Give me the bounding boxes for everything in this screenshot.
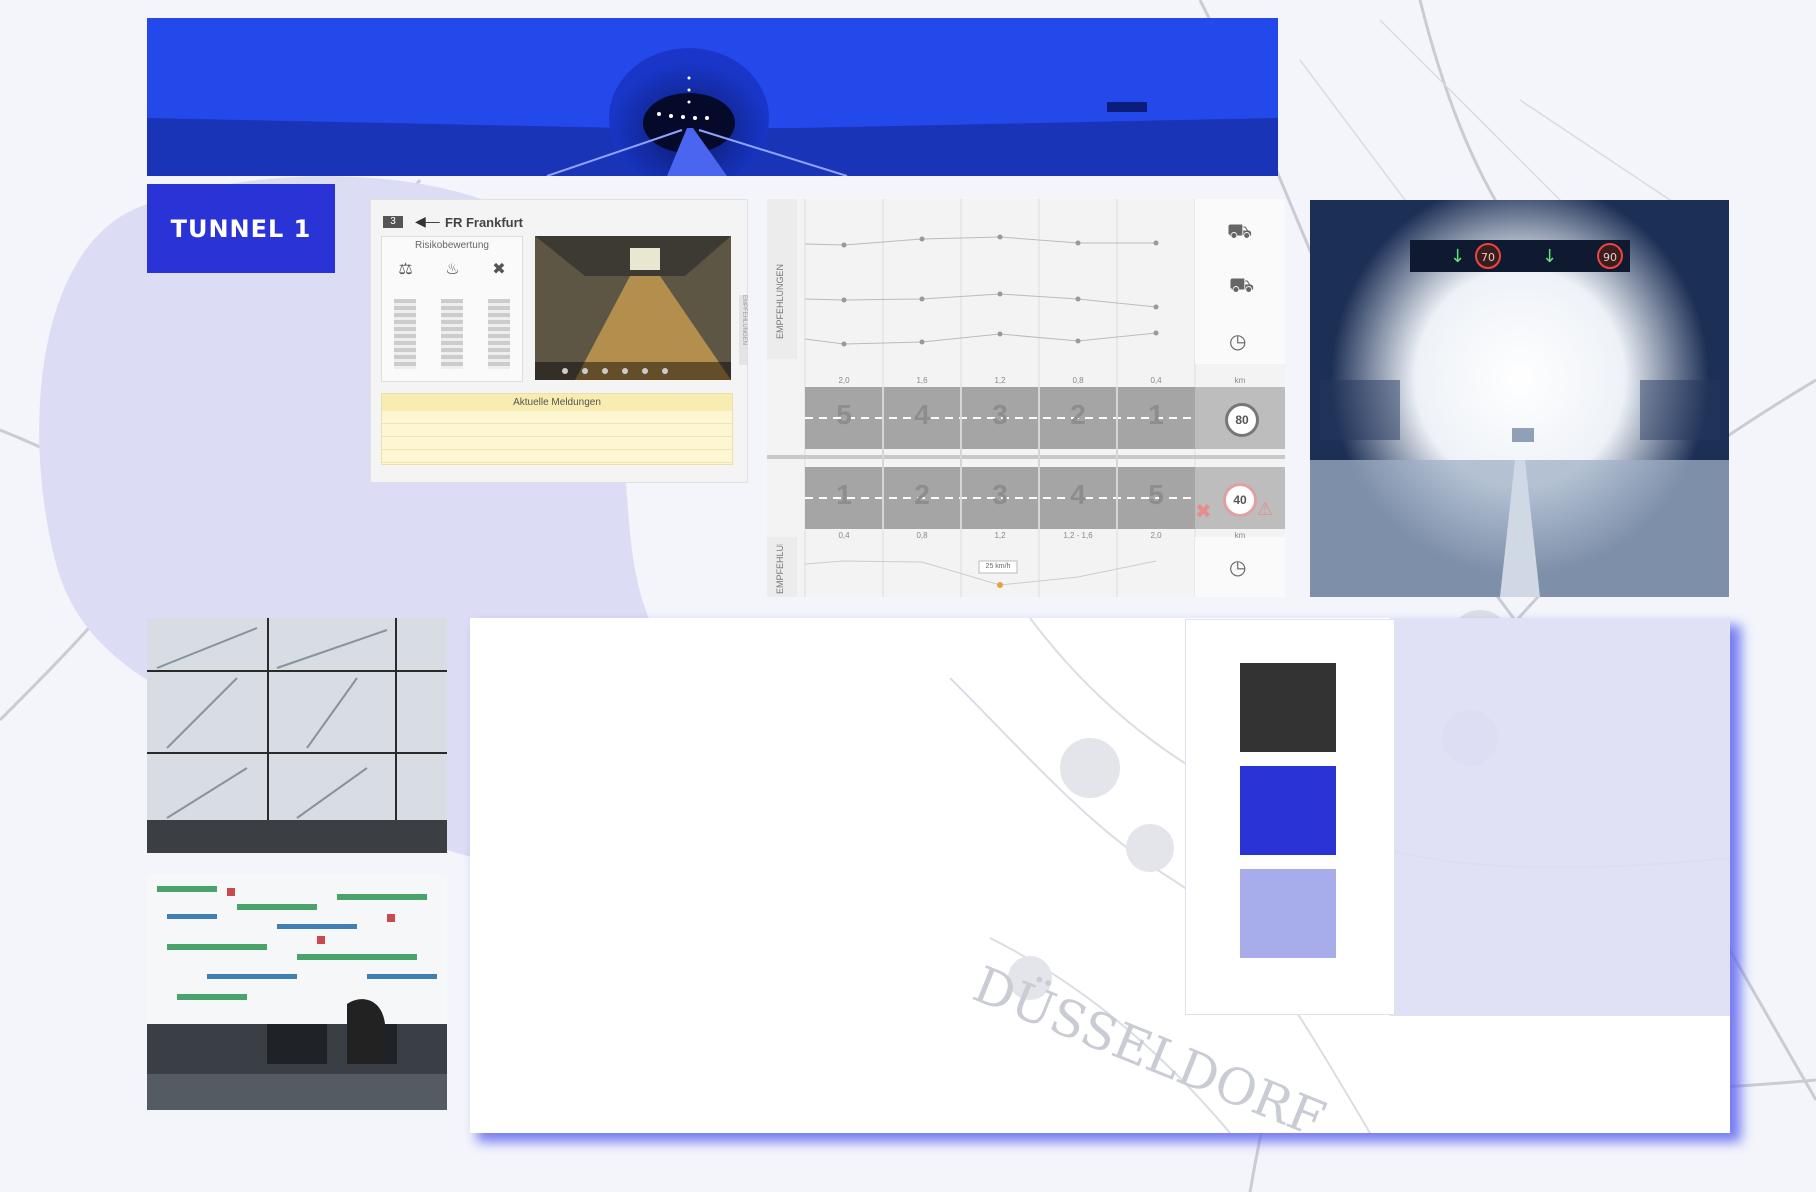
- hero-tunnel-image: [147, 18, 1278, 176]
- direction-badge: 3: [383, 216, 403, 228]
- clock-icon[interactable]: ◷: [1229, 329, 1246, 354]
- lane-section-top-3[interactable]: 3: [961, 399, 1039, 431]
- messages-table: Aktuelle Meldungen: [381, 393, 733, 465]
- color-palette: [1185, 619, 1395, 1015]
- blocked-lane-icon: ✖: [492, 261, 506, 278]
- arrow-left-icon: ◀—: [415, 213, 440, 229]
- speed-marker-label: 25 km/h: [985, 563, 1011, 570]
- km-top-0: 2,0: [838, 376, 850, 385]
- recommendations-label-top: EMPFEHLUNGEN: [775, 263, 785, 339]
- km-bottom-3: 1,2 - 1,6: [1063, 531, 1093, 540]
- risk-score-box: Risikobewertung ⚖ ♨ ✖: [381, 236, 523, 382]
- tunnel-interior-photo: ↓ 70 ↓ 90: [1310, 200, 1729, 597]
- swatch-blue: [1240, 766, 1336, 855]
- lane-closed-icon: ✖: [1195, 501, 1212, 523]
- emergency-exit-sign: [1107, 102, 1147, 112]
- recommendations-label-bottom: EMPFEHLUNGEN: [775, 544, 785, 594]
- lane-section-bottom-3[interactable]: 3: [961, 479, 1039, 511]
- control-room-photo: [147, 874, 447, 1110]
- speed-limit-sign-bottom[interactable]: 40: [1223, 483, 1257, 517]
- lane-section-top-5[interactable]: 5: [805, 399, 883, 431]
- tunnel-tag: TUNNEL 1: [147, 184, 335, 273]
- lane-section-top-1[interactable]: 1: [1117, 399, 1195, 431]
- lane-arrow-icon-1: ↓: [1450, 246, 1465, 267]
- km-top-1: 1,6: [916, 376, 928, 385]
- warning-triangle-icon: ⚠: [1257, 499, 1274, 519]
- km-top-3: 0,8: [1072, 376, 1084, 385]
- swatch-lavender: [1240, 869, 1336, 958]
- km-top-4: 0,4: [1150, 376, 1162, 385]
- km-bottom-1: 0,8: [916, 531, 928, 540]
- risk-assessment-panel: 3 ◀— FR Frankfurt Risikobewertung ⚖ ♨ ✖ …: [370, 199, 748, 483]
- messages-title: Aktuelle Meldungen: [382, 394, 732, 411]
- camera-wall-photo: [147, 618, 447, 853]
- speed-sign-70: 70: [1481, 251, 1495, 264]
- risk-title: Risikobewertung: [415, 240, 489, 251]
- lane-recommendation-panel: EMPFEHLUNGEN EMPFEHLUNGEN 2,0 1,6 1,2 0,…: [767, 199, 1285, 597]
- card-map-texture: DÜSSELDORF: [949, 618, 1730, 1133]
- lane-section-bottom-2[interactable]: 2: [883, 479, 961, 511]
- risk-gauge-blockage: [487, 299, 510, 369]
- camera-feed-tunnel[interactable]: [535, 236, 731, 380]
- fire-icon: ♨: [445, 261, 460, 278]
- risk-gauge-accident: [394, 299, 417, 369]
- km-bottom-2: 1,2: [994, 531, 1006, 540]
- km-top-unit: km: [1234, 376, 1246, 385]
- truck-icon[interactable]: ⛟: [1227, 221, 1252, 246]
- content-card: DÜSSELDORF: [470, 618, 1730, 1133]
- swatch-dark: [1240, 663, 1336, 752]
- risk-gauge-fire: [440, 299, 463, 369]
- lane-section-bottom-1[interactable]: 1: [805, 479, 883, 511]
- km-bottom-4: 2,0: [1150, 531, 1162, 540]
- lane-section-top-4[interactable]: 4: [883, 399, 961, 431]
- speed-limit-sign-top[interactable]: 80: [1225, 403, 1259, 437]
- clock-icon-bottom[interactable]: ◷: [1229, 555, 1246, 580]
- car-crash-icon: ⚖: [398, 261, 413, 278]
- direction-label: FR Frankfurt: [445, 215, 523, 230]
- side-label: EMPFEHLUNGEN: [739, 295, 747, 365]
- lane-section-bottom-4[interactable]: 4: [1039, 479, 1117, 511]
- km-top-2: 1,2: [994, 376, 1006, 385]
- km-bottom-unit: km: [1234, 531, 1246, 540]
- lane-section-bottom-5[interactable]: 5: [1117, 479, 1195, 511]
- speed-sign-90: 90: [1603, 251, 1617, 264]
- lane-section-top-2[interactable]: 2: [1039, 399, 1117, 431]
- km-bottom-0: 0,4: [838, 531, 850, 540]
- lane-arrow-icon-2: ↓: [1542, 246, 1557, 267]
- car-icon[interactable]: ⛟: [1229, 275, 1254, 300]
